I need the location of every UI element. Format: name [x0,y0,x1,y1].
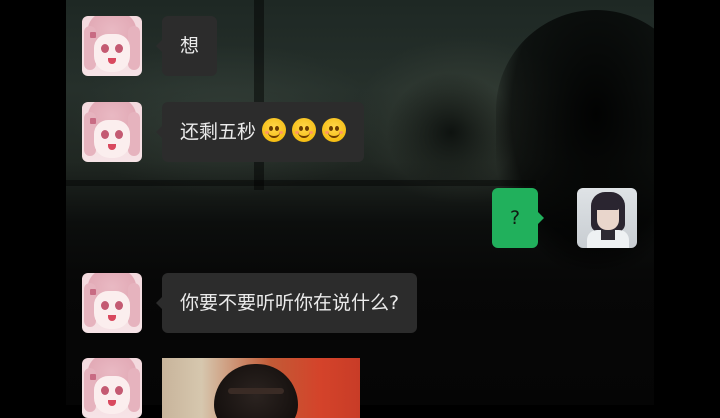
contact-avatar[interactable] [82,358,142,418]
contact-avatar[interactable] [82,102,142,162]
contact-avatar[interactable] [82,16,142,76]
chat-screen[interactable] [66,0,654,405]
message-bubble-incoming[interactable]: 你要不要听听你在说什么? [155,273,418,333]
message-text: 想 [180,35,200,57]
image-message[interactable] [162,358,360,418]
message-bubble-incoming[interactable]: 还剩五秒 [155,102,365,162]
grinning-face-emoji-icon [322,118,347,142]
message-bubble-incoming[interactable]: 想 [155,16,218,76]
message-text: 还剩五秒 [180,121,257,143]
message-text: 你要不要听听你在说什么? [180,292,400,314]
letterbox-right [654,0,720,405]
message-bubble-outgoing[interactable]: ? [492,188,545,248]
letterbox-left [0,0,66,405]
my-avatar[interactable] [577,188,637,248]
contact-avatar[interactable] [82,273,142,333]
message-text: ? [510,207,521,229]
grinning-face-emoji-icon [262,118,287,142]
grinning-face-emoji-icon [292,118,317,142]
